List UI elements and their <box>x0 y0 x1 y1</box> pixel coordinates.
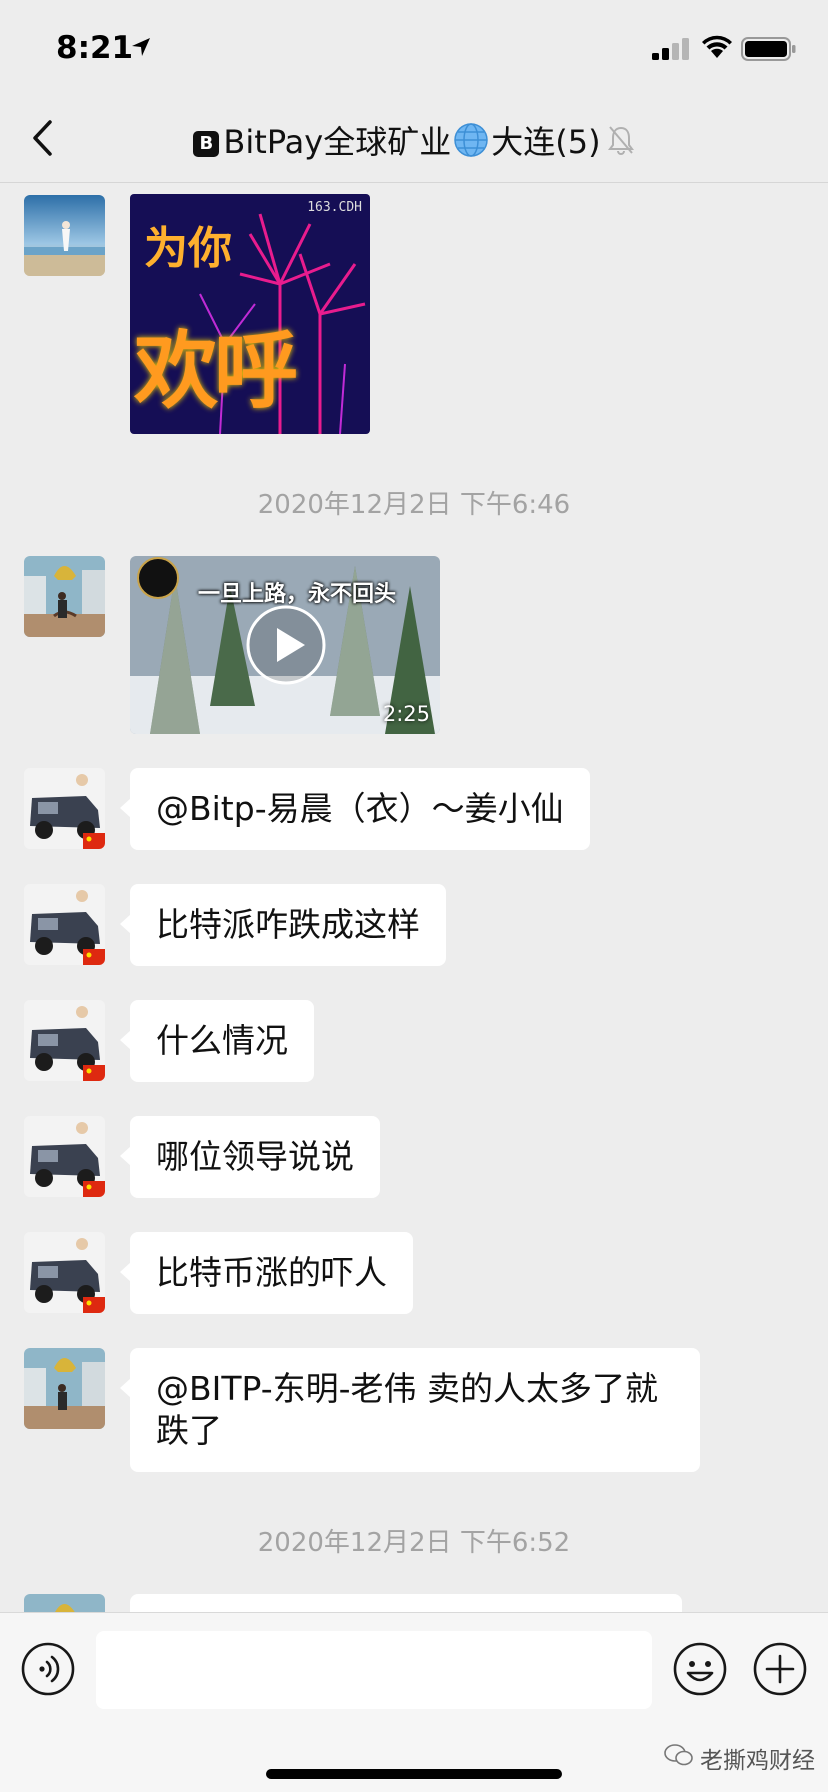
china-flag-icon <box>83 949 105 965</box>
chat-title: B BitPay全球矿业 大连(5) <box>0 117 828 163</box>
sticker-text-line2: 欢呼 <box>134 321 298 420</box>
battery-icon <box>741 37 796 61</box>
chat-header: B BitPay全球矿业 大连(5) <box>0 95 828 183</box>
voice-input-icon[interactable] <box>20 1641 76 1697</box>
message-list[interactable]: 163.CDH 为你 欢呼 2020年12月2日 下午6:46 一旦上路，永不回… <box>0 184 828 1612</box>
timestamp: 2020年12月2日 下午6:52 <box>257 1528 571 1558</box>
message-bubble[interactable]: 比特派咋跌成这样 <box>120 884 446 966</box>
home-indicator[interactable] <box>266 1769 562 1779</box>
chat-title-part1: BitPay全球矿业 <box>223 123 452 161</box>
message-bubble-partial[interactable] <box>130 1594 682 1612</box>
avatar-car[interactable] <box>24 1116 105 1197</box>
message-bubble[interactable]: 哪位领导说说 <box>120 1116 380 1198</box>
china-flag-icon <box>83 833 105 849</box>
sticker-watermark: 163.CDH <box>307 200 362 215</box>
location-arrow-icon <box>132 38 150 56</box>
avatar-car[interactable] <box>24 1232 105 1313</box>
avatar-city[interactable] <box>24 1348 105 1429</box>
china-flag-icon <box>83 1297 105 1313</box>
video-duration: 2:25 <box>382 702 430 726</box>
bitpay-badge: B <box>193 131 220 157</box>
avatar-car[interactable] <box>24 884 105 965</box>
globe-emoji-icon <box>454 123 488 157</box>
avatar-car[interactable] <box>24 1000 105 1081</box>
china-flag-icon <box>83 1065 105 1081</box>
message-bubble[interactable]: @BITP-东明-老伟 卖的人太多了就跌了 <box>120 1348 700 1472</box>
china-flag-icon <box>83 1181 105 1197</box>
play-icon[interactable] <box>245 604 327 686</box>
chat-title-part2: 大连(5) <box>491 123 601 161</box>
timestamp: 2020年12月2日 下午6:46 <box>257 490 571 520</box>
watermark-text: 老撕鸡财经 <box>700 1748 815 1774</box>
emoji-icon[interactable] <box>672 1641 728 1697</box>
sticker-image[interactable]: 163.CDH 为你 欢呼 <box>130 194 370 434</box>
status-bar: 8:21 <box>0 0 828 95</box>
message-bubble[interactable]: @Bitp-易晨（衣）～姜小仙 <box>120 768 590 850</box>
status-time: 8:21 <box>56 30 134 66</box>
avatar-car[interactable] <box>24 768 105 849</box>
plus-icon[interactable] <box>752 1641 808 1697</box>
wifi-icon <box>702 35 732 58</box>
input-bar: 老撕鸡财经 <box>0 1612 828 1792</box>
message-bubble[interactable]: 比特币涨的吓人 <box>120 1232 413 1314</box>
wechat-logo-icon <box>664 1744 693 1766</box>
video-message[interactable]: 一旦上路，永不回头 2:25 <box>130 556 440 734</box>
avatar-city[interactable] <box>24 1594 105 1612</box>
cellular-signal-icon <box>652 38 689 60</box>
message-bubble[interactable]: 什么情况 <box>120 1000 314 1082</box>
avatar-city[interactable] <box>24 556 105 637</box>
muted-bell-icon <box>607 126 634 155</box>
sticker-text-line1: 为你 <box>144 223 232 274</box>
message-input[interactable] <box>96 1631 652 1709</box>
avatar-beach[interactable] <box>24 195 105 276</box>
